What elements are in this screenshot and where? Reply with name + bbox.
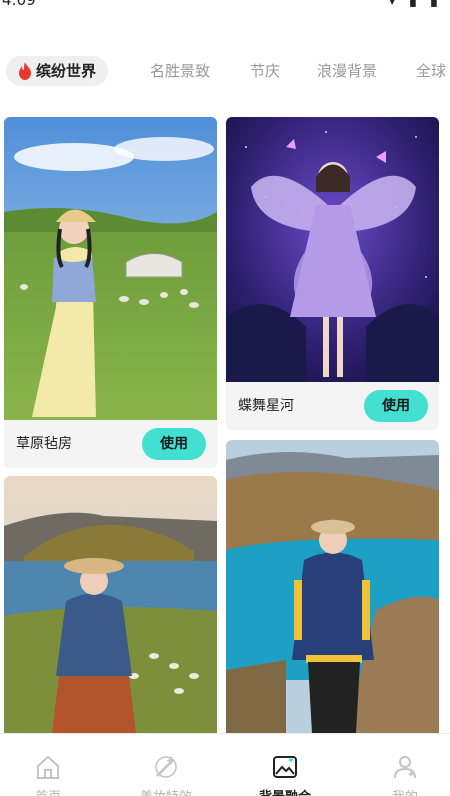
nav-label: 首页: [0, 786, 104, 796]
nav-item-profile[interactable]: 我的: [349, 734, 450, 796]
status-icons: ▾ ▮ ▮: [388, 0, 442, 9]
template-photo: [226, 117, 439, 382]
use-button[interactable]: 使用: [364, 390, 428, 422]
nav-label: 美妆特效: [110, 786, 222, 796]
nav-item-background-blend[interactable]: 背景融合: [229, 734, 341, 796]
tab-romantic-backgrounds[interactable]: 浪漫背景: [317, 56, 377, 86]
template-card[interactable]: [226, 440, 439, 733]
template-card[interactable]: 蝶舞星河 使用: [226, 117, 439, 430]
magic-wand-icon: [155, 756, 177, 778]
tab-festivals[interactable]: 节庆: [250, 56, 280, 86]
template-title: 蝶舞星河: [238, 398, 294, 414]
status-bar: 4:09 ▾ ▮ ▮: [0, 0, 450, 14]
home-icon: [37, 755, 59, 779]
template-title: 草原毡房: [16, 436, 72, 452]
category-tabs: 缤纷世界 名胜景致 节庆 浪漫背景 全球: [0, 56, 450, 86]
tab-colorful-world[interactable]: 缤纷世界: [6, 56, 109, 86]
status-time: 4:09: [2, 0, 36, 9]
profile-icon: [394, 756, 416, 779]
nav-label: 背景融合: [229, 786, 341, 796]
use-button[interactable]: 使用: [142, 428, 206, 460]
template-photo: [4, 117, 217, 420]
template-photo: [226, 440, 439, 733]
bottom-nav: 首页 美妆特效 背景融合 我的: [0, 733, 450, 796]
template-photo: [4, 476, 217, 733]
nav-label: 我的: [349, 786, 450, 796]
tab-global[interactable]: 全球: [416, 56, 446, 86]
image-edit-icon: [273, 756, 297, 778]
tab-scenic-spots[interactable]: 名胜景致: [150, 56, 210, 86]
nav-item-home[interactable]: 首页: [0, 734, 104, 796]
nav-item-beauty-effects[interactable]: 美妆特效: [110, 734, 222, 796]
template-card[interactable]: 草原毡房 使用: [4, 117, 217, 468]
tab-label: 缤纷世界: [36, 62, 97, 80]
template-card[interactable]: [4, 476, 217, 733]
card-footer: 蝶舞星河 使用: [226, 382, 439, 430]
fire-icon: [19, 62, 31, 80]
card-footer: 草原毡房 使用: [4, 420, 217, 468]
